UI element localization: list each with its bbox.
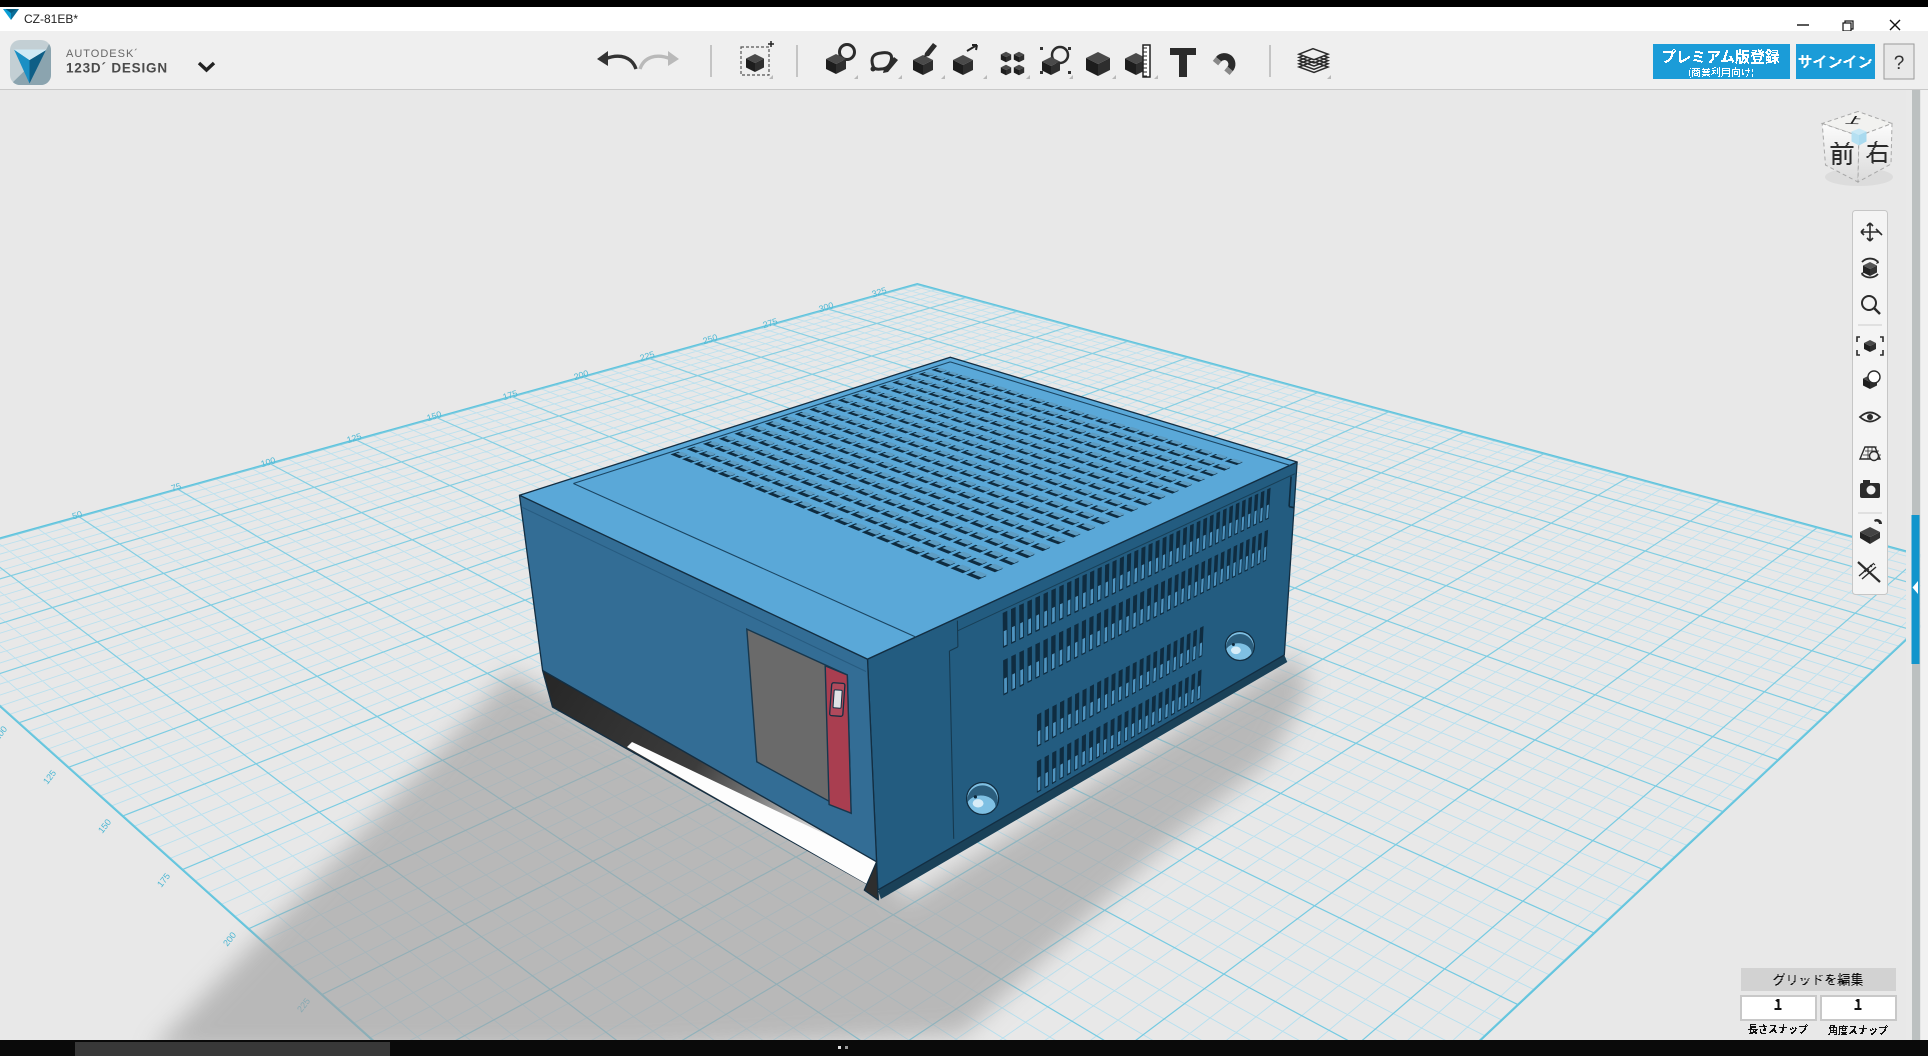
svg-text:CZ-81EB*: CZ-81EB* [24,12,78,26]
svg-text:123D´ DESIGN: 123D´ DESIGN [66,61,168,76]
svg-text:?: ? [1894,53,1905,74]
svg-text:AUTODESK´: AUTODESK´ [66,48,139,60]
